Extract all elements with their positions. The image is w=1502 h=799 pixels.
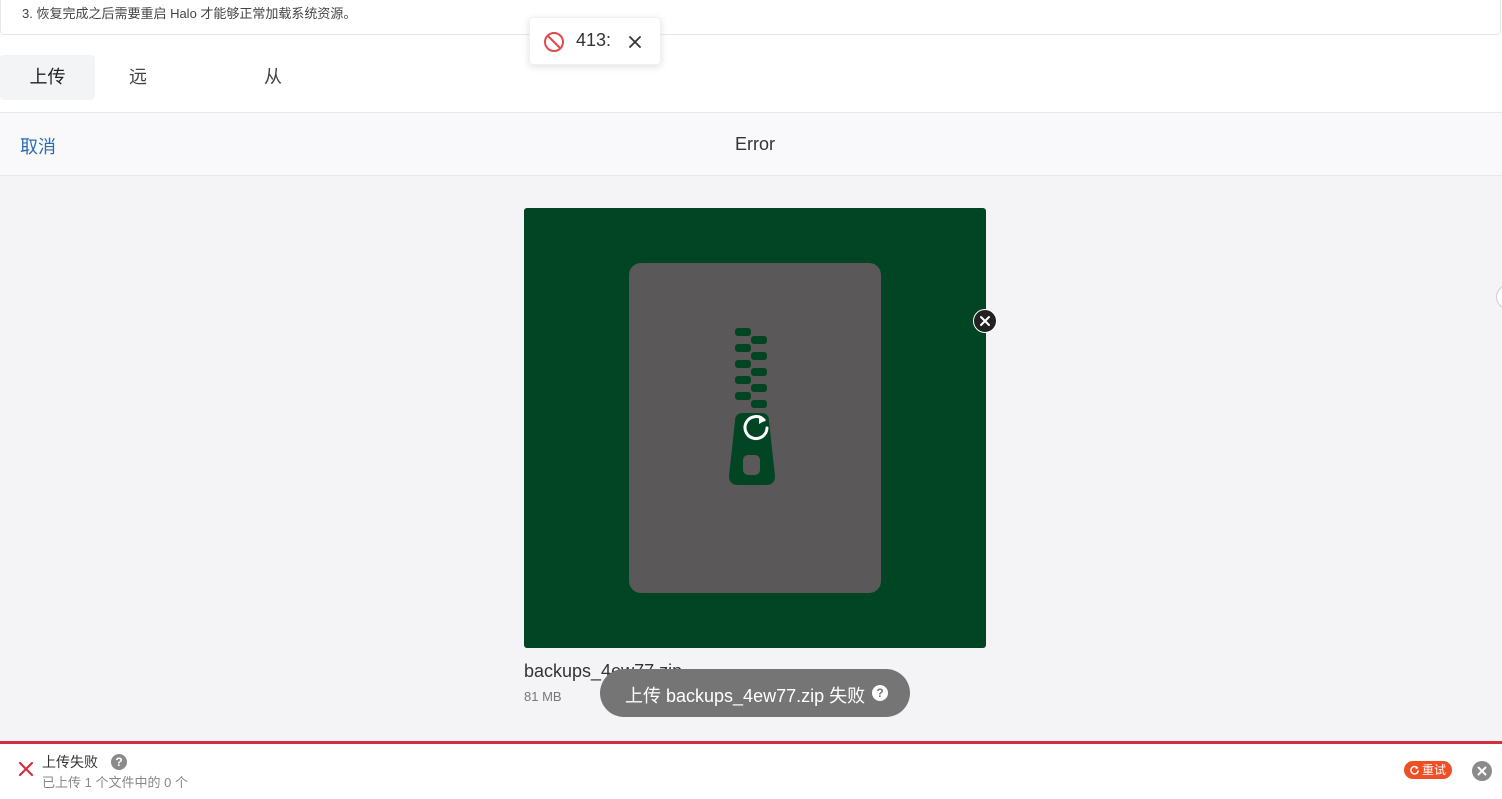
restore-notice: 3. 恢复完成之后需要重启 Halo 才能够正常加载系统资源。 bbox=[0, 0, 1501, 35]
close-icon bbox=[980, 316, 990, 326]
tab-restore-from-backup[interactable]: 从备份恢复 bbox=[264, 55, 282, 267]
status-help-icon[interactable]: ? bbox=[111, 754, 127, 770]
file-size: 81 MB bbox=[524, 689, 562, 704]
error-icon bbox=[18, 761, 34, 777]
close-icon bbox=[1477, 766, 1487, 776]
status-title: 上传失败 bbox=[42, 754, 98, 770]
toast-close-icon[interactable] bbox=[628, 35, 642, 49]
prohibited-icon bbox=[544, 32, 564, 52]
retry-label: 重试 bbox=[1422, 763, 1447, 777]
tab-upload[interactable]: 上传 bbox=[0, 55, 95, 100]
notice-text: 3. 恢复完成之后需要重启 Halo 才能够正常加载系统资源。 bbox=[22, 6, 357, 21]
help-icon[interactable]: ? bbox=[872, 685, 888, 701]
retry-icon[interactable] bbox=[739, 411, 773, 445]
zip-file-icon bbox=[629, 263, 881, 593]
status-subtitle: 已上传 1 个文件中的 0 个 bbox=[42, 775, 188, 790]
uploader-header: 取消 Error bbox=[0, 113, 1502, 176]
retry-button[interactable]: 重试 bbox=[1404, 761, 1453, 779]
remove-file-button[interactable] bbox=[973, 309, 997, 333]
file-preview bbox=[524, 208, 986, 648]
cancel-all-button[interactable] bbox=[1472, 761, 1492, 781]
error-toast: 413: bbox=[529, 17, 661, 65]
uploader-title: Error bbox=[735, 134, 775, 154]
upload-failed-tooltip: 上传 backups_4ew77.zip 失败 ? bbox=[600, 669, 910, 717]
uploader-dashboard: 取消 Error backups_4ew77.zip 81 MB 上传 back… bbox=[0, 112, 1502, 744]
upload-status-bar: 上传失败 ? 已上传 1 个文件中的 0 个 重试 bbox=[0, 741, 1502, 799]
upload-failed-message: 上传 backups_4ew77.zip 失败 bbox=[625, 686, 866, 706]
tab-remote-restore[interactable]: 远程恢复 bbox=[129, 55, 147, 222]
toast-message: 413: bbox=[576, 30, 612, 50]
retry-small-icon bbox=[1410, 765, 1419, 775]
cancel-button[interactable]: 取消 bbox=[20, 133, 56, 159]
